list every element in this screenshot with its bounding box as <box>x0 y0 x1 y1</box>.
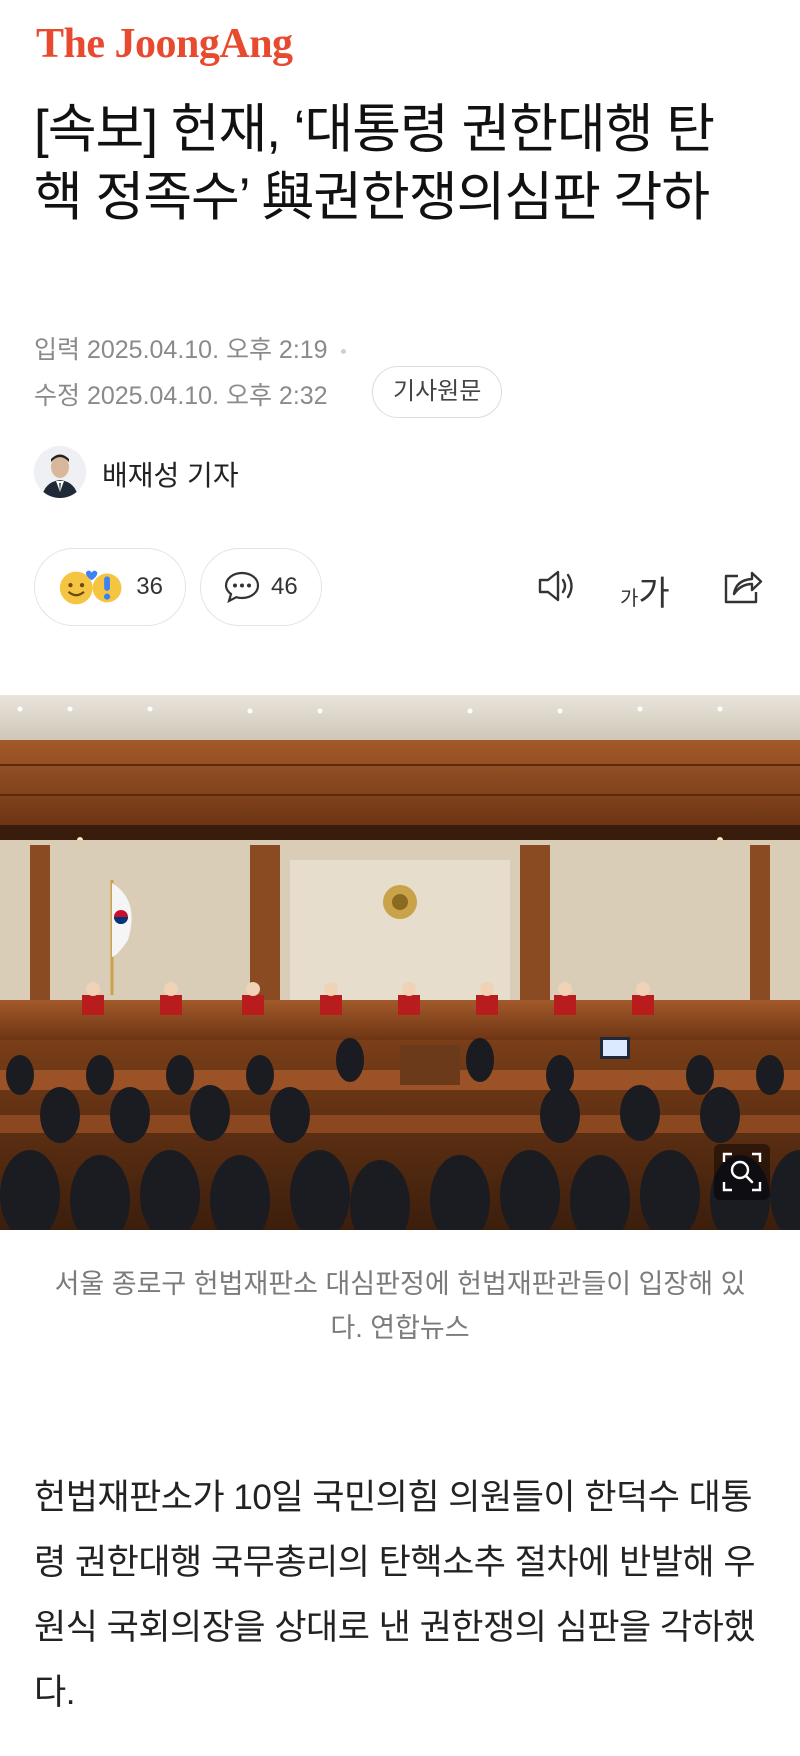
reaction-count: 36 <box>136 573 163 600</box>
reaction-button[interactable]: 36 <box>34 548 186 626</box>
article-page: The JoongAng [속보] 헌재, ‘대통령 권한대행 탄핵 정족수’ … <box>0 0 800 1756</box>
smile-emoji-icon <box>59 570 122 605</box>
site-logo[interactable]: The JoongAng <box>36 20 293 68</box>
speaker-icon <box>538 570 573 602</box>
headline: [속보] 헌재, ‘대통령 권한대행 탄핵 정족수’ 與권한쟁의심판 각하 <box>34 100 715 227</box>
comment-count: 46 <box>271 573 298 600</box>
published-date: 2025.04.10. 오후 2:19 <box>86 336 328 364</box>
avatar[interactable] <box>34 446 86 498</box>
courtroom-photo <box>0 695 800 1230</box>
font-size-button[interactable]: 가가 <box>620 566 670 615</box>
reporter-name[interactable]: 배재성 기자 <box>102 454 239 494</box>
article-photo[interactable] <box>0 695 800 1230</box>
zoom-icon <box>722 1152 762 1192</box>
font-small-label: 가 <box>620 588 639 610</box>
comment-button[interactable]: 46 <box>200 548 322 626</box>
published-label: 입력 <box>34 336 81 364</box>
modified-date: 2025.04.10. 오후 2:32 <box>86 382 328 410</box>
separator-dot <box>340 348 346 354</box>
audio-button[interactable] <box>534 564 578 613</box>
article-body: 헌법재판소가 10일 국민의힘 의원들이 한덕수 대통령 권한대행 국무총리의 … <box>34 1478 756 1712</box>
modified-label: 수정 <box>34 382 81 410</box>
share-icon <box>724 571 763 604</box>
share-button[interactable] <box>720 564 764 613</box>
reporter-photo <box>34 446 86 498</box>
published-meta: 입력 2025.04.10. 오후 2:19 <box>34 330 346 366</box>
photo-caption: 서울 종로구 헌법재판소 대심판정에 헌법재판관들이 입장해 있다. 연합뉴스 <box>54 1269 746 1343</box>
original-article-button[interactable]: 기사원문 <box>372 366 503 418</box>
photo-zoom-button[interactable] <box>714 1144 770 1200</box>
font-large-label: 가 <box>638 575 670 613</box>
modified-meta: 수정 2025.04.10. 오후 2:32 <box>34 376 328 412</box>
comment-icon <box>224 571 260 604</box>
